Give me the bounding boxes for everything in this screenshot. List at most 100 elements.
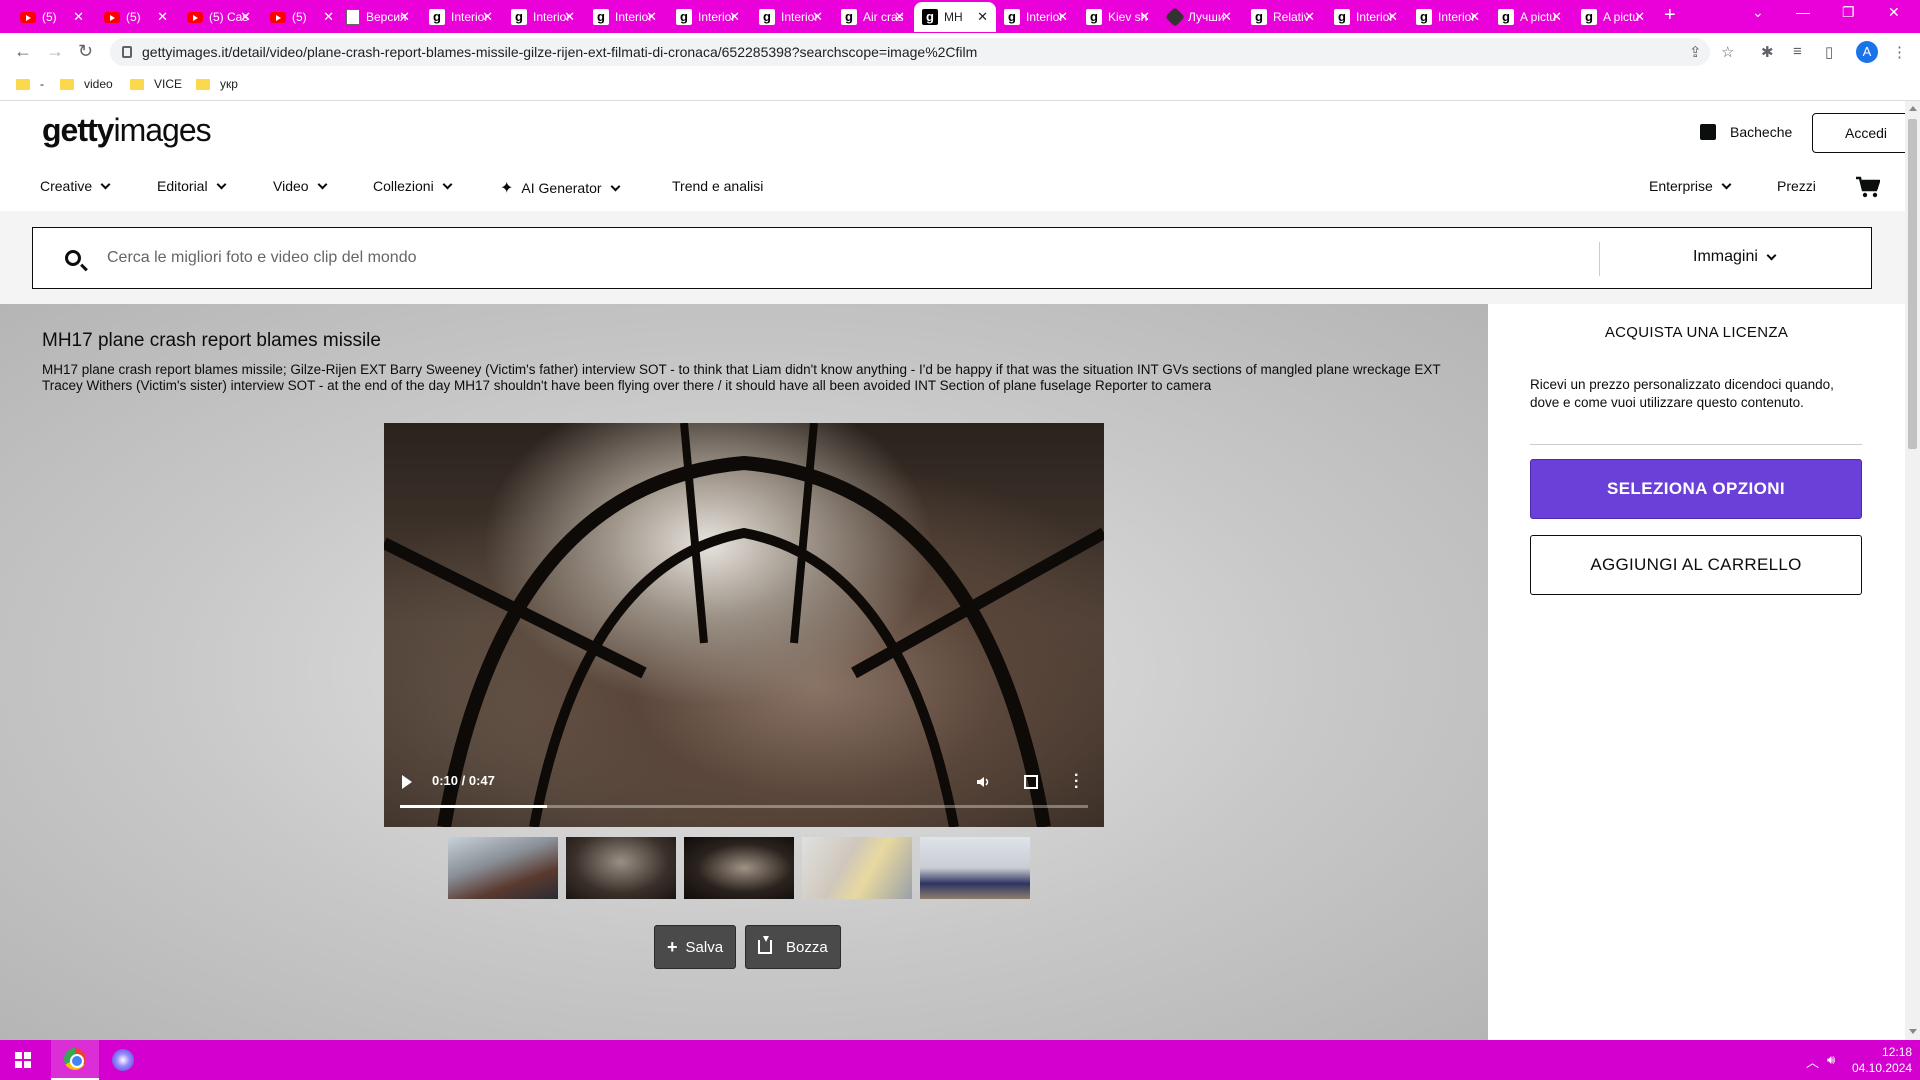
scroll-up-arrow-icon[interactable] [1909,106,1917,111]
speaker-icon[interactable]: 🔊︎ [1827,1052,1835,1068]
close-tab-icon[interactable]: ✕ [564,9,575,25]
search-input[interactable] [107,244,1287,272]
browser-tab[interactable]: (5) Cas ✕ [179,2,259,32]
address-bar[interactable]: gettyimages.it/detail/video/plane-crash-… [110,38,1710,66]
search-icon[interactable] [65,250,81,266]
close-tab-icon[interactable]: ✕ [157,9,168,25]
browser-tab[interactable]: (5) ✕ [96,2,176,32]
close-tab-icon[interactable]: ✕ [1551,9,1562,25]
browser-tab[interactable]: g Interior ✕ [421,2,501,32]
close-tab-icon[interactable]: ✕ [729,9,740,25]
close-tab-icon[interactable]: ✕ [1387,9,1398,25]
close-tab-icon[interactable]: ✕ [1469,9,1480,25]
bookmark-folder[interactable]: - [16,77,44,91]
add-to-cart-button[interactable]: AGGIUNGI AL CARRELLO [1530,535,1862,595]
play-icon[interactable] [402,775,412,789]
boards-link[interactable]: Bacheche [1700,124,1792,140]
browser-menu-icon[interactable]: ⋮ [1892,43,1907,61]
keyframe-thumbnail[interactable] [802,837,912,899]
bookmark-star-icon[interactable]: ☆ [1721,43,1734,61]
getty-logo[interactable]: gettyimages [42,112,212,149]
browser-tab[interactable]: (5) ✕ [12,2,92,32]
more-options-icon[interactable]: · · · [1074,768,1079,796]
select-options-button[interactable]: SELEZIONA OPZIONI [1530,459,1862,519]
browser-tab[interactable]: g Air cras ✕ [833,2,913,32]
close-tab-icon[interactable]: ✕ [1139,9,1150,25]
browser-tab[interactable]: g MH ✕ [914,2,996,32]
tray-chevron-up-icon[interactable]: ︿ [1806,1052,1819,1071]
bookmark-folder-ukr[interactable]: укр [196,77,238,91]
close-tab-icon[interactable]: ✕ [399,9,410,25]
browser-tab[interactable]: g Interior ✕ [585,2,665,32]
profile-avatar[interactable]: A [1856,41,1878,63]
restore-icon[interactable]: ❐ [1842,4,1855,21]
close-tab-icon[interactable]: ✕ [894,9,905,25]
close-tab-icon[interactable]: ✕ [323,9,334,25]
close-tab-icon[interactable]: ✕ [1057,9,1068,25]
save-button[interactable]: + Salva [654,925,737,969]
nav-enterprise[interactable]: Enterprise [1649,178,1732,194]
fullscreen-icon[interactable] [1024,775,1038,789]
nav-creative[interactable]: Creative [40,178,111,194]
minimize-icon[interactable]: — [1796,4,1810,20]
browser-tab[interactable]: g Relativ ✕ [1243,2,1323,32]
keyframe-thumbnail[interactable] [566,837,676,899]
comp-download-button[interactable]: Bozza [745,925,841,969]
signin-button[interactable]: Accedi [1812,113,1920,153]
close-tab-icon[interactable]: ✕ [977,9,988,25]
close-window-icon[interactable]: ✕ [1888,4,1900,21]
nav-video[interactable]: Video [273,178,328,194]
close-tab-icon[interactable]: ✕ [482,9,493,25]
close-tab-icon[interactable]: ✕ [1304,9,1315,25]
close-tab-icon[interactable]: ✕ [812,9,823,25]
browser-tab[interactable]: Лучши ✕ [1160,2,1240,32]
browser-tab[interactable]: Версия ✕ [338,2,418,32]
new-tab-button[interactable]: + [1664,4,1676,27]
nav-collections[interactable]: Collezioni [373,178,453,194]
close-tab-icon[interactable]: ✕ [240,9,251,25]
forward-icon[interactable]: → [46,41,64,62]
windows-start-icon[interactable] [15,1052,31,1068]
browser-tab[interactable]: g Interior ✕ [996,2,1076,32]
media-icon[interactable]: ≡ [1793,43,1802,60]
bookmark-folder-video[interactable]: video [60,77,113,91]
browser-tab[interactable]: g Interior ✕ [668,2,748,32]
back-icon[interactable]: ← [14,41,32,62]
keyframe-thumbnail[interactable] [448,837,558,899]
nav-editorial[interactable]: Editorial [157,178,227,194]
nav-trends[interactable]: Trend e analisi [672,178,763,194]
browser-tab[interactable]: gA pictu ✕ [1490,2,1570,32]
bookmark-folder-vice[interactable]: VICE [130,77,182,91]
taskbar-app[interactable] [99,1040,147,1080]
nav-ai-generator[interactable]: ✦ AI Generator [500,178,621,198]
taskbar-clock[interactable]: 12:18 04.10.2024 [1852,1044,1912,1076]
nav-pricing[interactable]: Prezzi [1777,178,1816,194]
lock-icon[interactable] [122,46,132,58]
browser-tab[interactable]: g Kiev sh ✕ [1078,2,1158,32]
browser-tab[interactable]: g Interior ✕ [1408,2,1488,32]
close-tab-icon[interactable]: ✕ [1221,9,1232,25]
video-progress-bar[interactable] [400,805,1088,808]
tab-search-icon[interactable]: ⌄ [1752,4,1764,21]
keyframe-thumbnail[interactable] [920,837,1030,899]
browser-tab[interactable]: (5) ✕ [262,2,342,32]
share-icon[interactable]: ⇪ [1689,43,1702,61]
volume-icon[interactable] [976,775,990,789]
search-scope-dropdown[interactable]: Immagini [1693,248,1777,266]
cart-icon[interactable] [1856,176,1880,198]
browser-tab[interactable]: g Interior ✕ [1326,2,1406,32]
browser-tab[interactable]: gA pictu ✕ [1573,2,1653,32]
reload-icon[interactable]: ↻ [78,41,93,62]
close-tab-icon[interactable]: ✕ [73,9,84,25]
browser-tab[interactable]: g Interior ✕ [503,2,583,32]
keyframe-thumbnail[interactable] [684,837,794,899]
close-tab-icon[interactable]: ✕ [1634,9,1645,25]
extensions-icon[interactable]: ✱ [1761,43,1774,61]
side-panel-icon[interactable]: ▯ [1825,43,1833,61]
scroll-down-arrow-icon[interactable] [1909,1029,1917,1034]
browser-tab[interactable]: g Interior ✕ [751,2,831,32]
close-tab-icon[interactable]: ✕ [646,9,657,25]
taskbar-chrome[interactable] [51,1040,99,1080]
scrollbar-thumb[interactable] [1908,119,1917,449]
page-scrollbar[interactable] [1905,101,1920,1040]
